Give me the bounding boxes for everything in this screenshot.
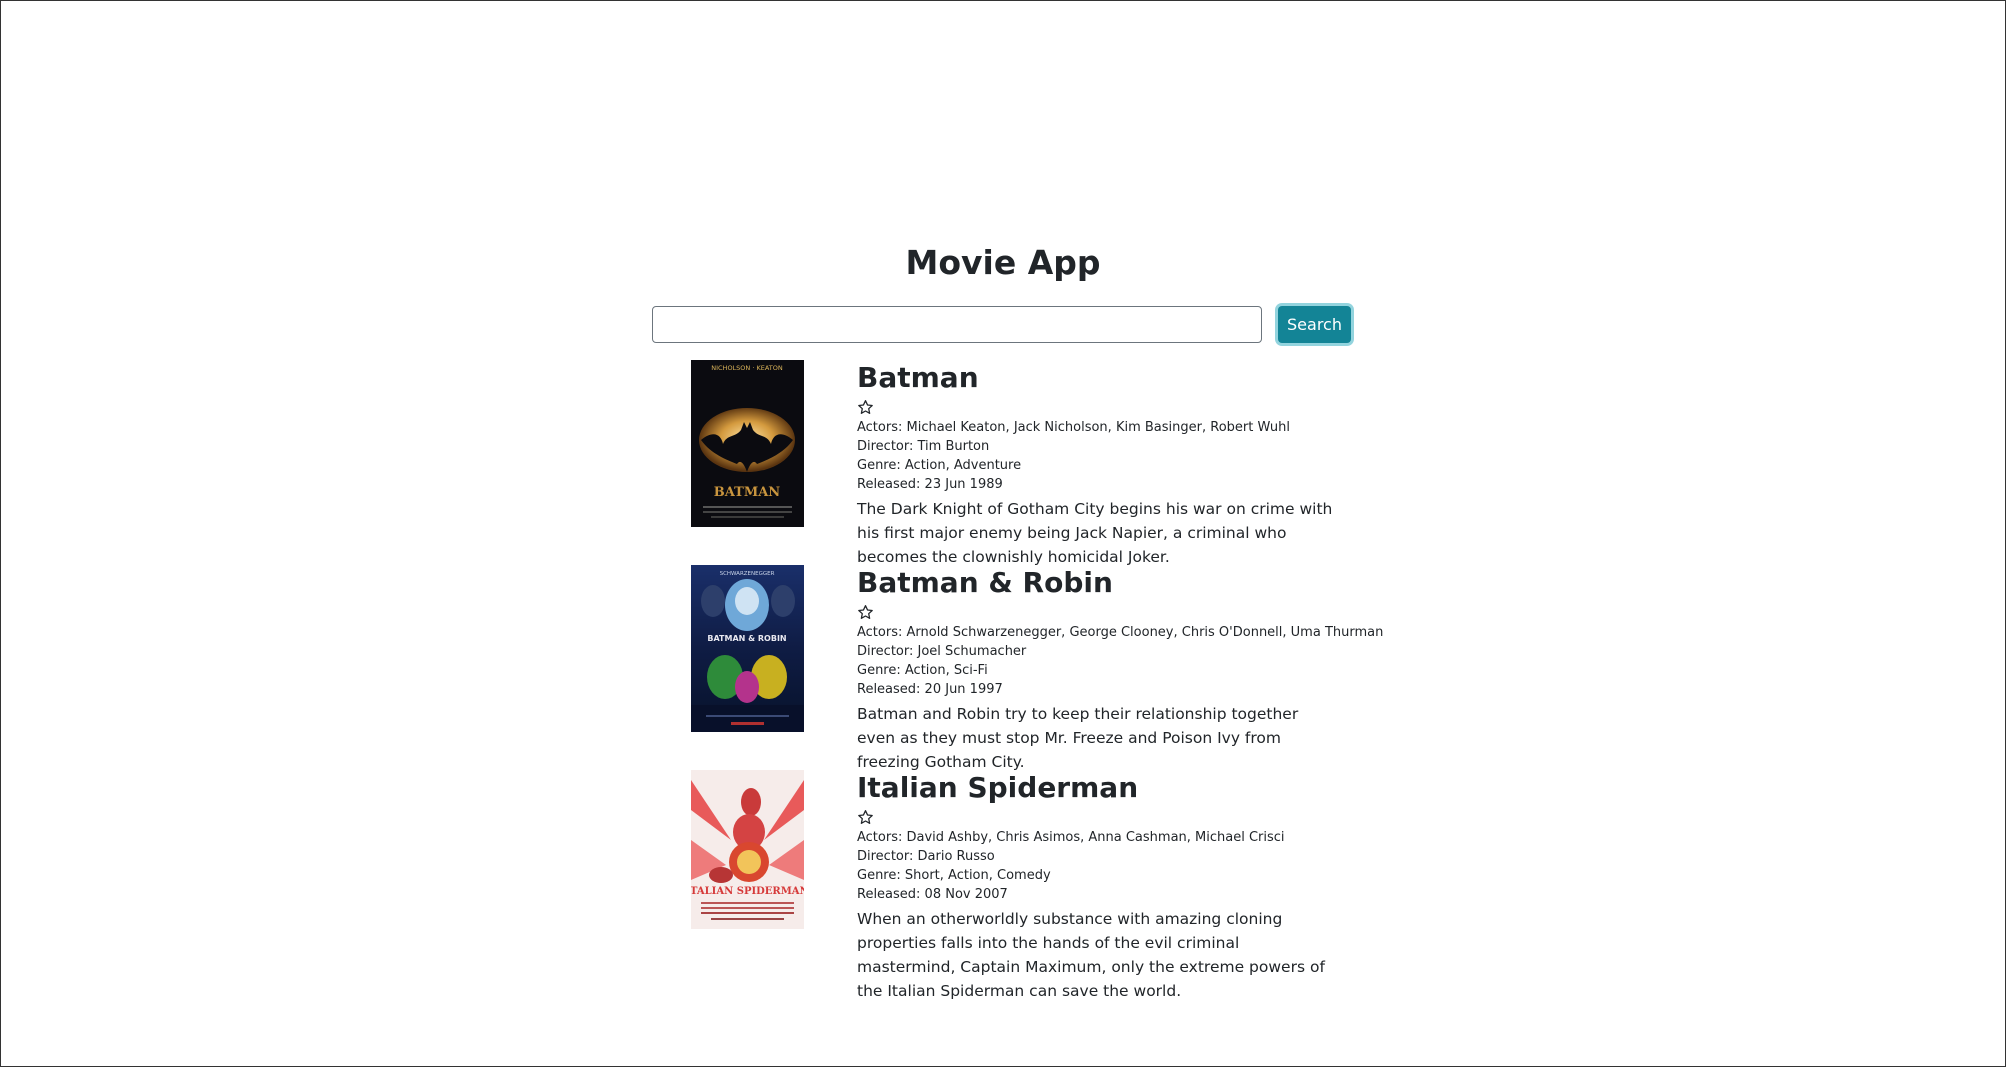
movie-genre: Genre: Action, Adventure	[857, 458, 1022, 473]
movie-app: Movie App Search NICHOLSON · KEATON BATM…	[1, 1, 2005, 1066]
movie-actors: Actors: Michael Keaton, Jack Nicholson, …	[857, 420, 1290, 435]
movie-genre: Genre: Short, Action, Comedy	[857, 868, 1051, 883]
movie-poster[interactable]: NICHOLSON · KEATON BATMAN	[691, 360, 804, 527]
movie-actors: Actors: David Ashby, Chris Asimos, Anna …	[857, 830, 1285, 845]
svg-text:NICHOLSON · KEATON: NICHOLSON · KEATON	[711, 364, 783, 372]
movie-title[interactable]: Italian Spiderman	[857, 770, 1337, 806]
movie-info: Batman Actors: Michael Keaton, Jack Nich…	[857, 360, 1337, 569]
movie-poster[interactable]: BATMAN & ROBIN SCHWARZENEGGER	[691, 565, 804, 732]
movie-title[interactable]: Batman	[857, 360, 1337, 396]
movie-plot: Batman and Robin try to keep their relat…	[857, 705, 1299, 771]
batman-and-robin-poster-image: BATMAN & ROBIN SCHWARZENEGGER	[691, 565, 804, 732]
movie-director: Director: Tim Burton	[857, 439, 990, 454]
favorite-star-icon[interactable]	[857, 399, 874, 416]
movie-plot: When an otherworldly substance with amaz…	[857, 910, 1325, 1000]
svg-text:BATMAN: BATMAN	[714, 485, 781, 500]
movie-title[interactable]: Batman & Robin	[857, 565, 1337, 601]
svg-text:BATMAN & ROBIN: BATMAN & ROBIN	[707, 634, 786, 643]
movie-actors: Actors: Arnold Schwarzenegger, George Cl…	[857, 625, 1384, 640]
search-button[interactable]: Search	[1278, 306, 1351, 343]
svg-text:SCHWARZENEGGER: SCHWARZENEGGER	[720, 571, 775, 577]
search-input[interactable]	[652, 306, 1262, 343]
batman-poster-image: NICHOLSON · KEATON BATMAN	[691, 360, 804, 527]
movie-director: Director: Dario Russo	[857, 849, 995, 864]
movie-info: Italian Spiderman Actors: David Ashby, C…	[857, 770, 1337, 1003]
page-title: Movie App	[905, 243, 1101, 282]
favorite-star-icon[interactable]	[857, 809, 874, 826]
movie-released: Released: 20 Jun 1997	[857, 682, 1003, 697]
movie-released: Released: 08 Nov 2007	[857, 887, 1008, 902]
movie-genre: Genre: Action, Sci-Fi	[857, 663, 988, 678]
movie-director: Director: Joel Schumacher	[857, 644, 1027, 659]
favorite-star-icon[interactable]	[857, 604, 874, 621]
movie-poster[interactable]: ITALIAN SPIDERMAN	[691, 770, 804, 929]
italian-spiderman-poster-image: ITALIAN SPIDERMAN	[691, 770, 804, 929]
svg-text:ITALIAN SPIDERMAN: ITALIAN SPIDERMAN	[691, 886, 804, 897]
movie-info: Batman & Robin Actors: Arnold Schwarzene…	[857, 565, 1384, 774]
movie-plot: The Dark Knight of Gotham City begins hi…	[857, 500, 1333, 566]
movie-released: Released: 23 Jun 1989	[857, 477, 1003, 492]
